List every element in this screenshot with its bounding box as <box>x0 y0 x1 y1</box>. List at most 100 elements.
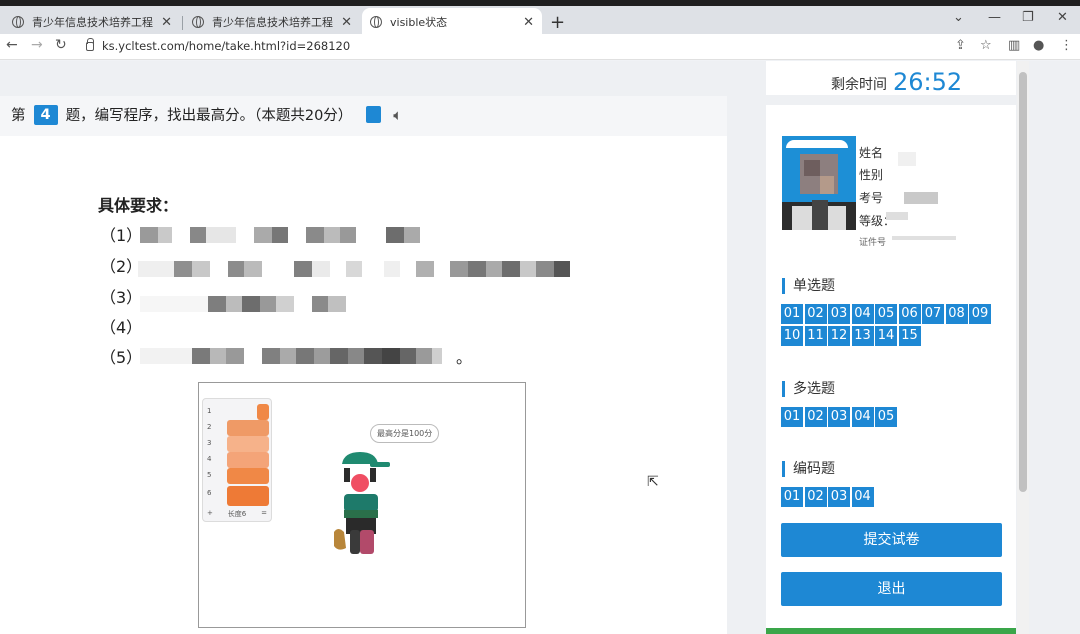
scrollbar-thumb[interactable] <box>1019 72 1027 492</box>
browser-tab-1[interactable]: 青少年信息技术培养工程 ✕ <box>4 10 180 34</box>
lock-icon <box>86 38 94 51</box>
list-value-bar <box>257 404 269 420</box>
globe-icon <box>12 16 24 28</box>
new-tab-button[interactable]: + <box>550 12 565 33</box>
browser-tabbar: 青少年信息技术培养工程 ✕ 青少年信息技术培养工程 ✕ visible状态 ✕ … <box>0 0 1080 36</box>
question-nav-button[interactable]: 09 <box>969 304 991 324</box>
tab-title: 青少年信息技术培养工程 <box>32 16 153 29</box>
list-value-bar <box>227 468 269 484</box>
list-index: 5 <box>207 471 212 479</box>
section-title-single-choice: 单选题 <box>782 278 835 294</box>
question-nav-button[interactable]: 01 <box>781 487 803 507</box>
speaker-icon[interactable]: 🔈︎ <box>393 106 402 124</box>
globe-icon <box>370 16 382 28</box>
tab-search-icon[interactable]: ⌄ <box>953 10 964 25</box>
list-index: 4 <box>207 455 212 463</box>
list-value-bar <box>227 436 269 452</box>
question-nav-button[interactable]: 01 <box>781 407 803 427</box>
close-icon[interactable]: ✕ <box>161 15 172 30</box>
question-nav-button[interactable]: 04 <box>851 487 874 507</box>
reload-icon[interactable]: ↻ <box>55 37 67 53</box>
bookmark-star-icon[interactable]: ☆ <box>980 38 992 53</box>
section-title-multi-choice: 多选题 <box>782 381 835 397</box>
info-exam-label: 考号 <box>859 191 884 205</box>
question-nav-button[interactable]: 03 <box>828 304 850 324</box>
question-nav-button[interactable]: 02 <box>804 487 827 507</box>
question-nav-button[interactable]: 11 <box>804 326 827 346</box>
list-add-icon[interactable]: + <box>207 509 213 517</box>
close-icon[interactable]: ✕ <box>341 15 352 30</box>
url-input[interactable]: ks.ycltest.com/home/take.html?id=268120 <box>102 39 350 53</box>
question-nav-button[interactable]: 14 <box>875 326 897 346</box>
avatar <box>782 136 856 230</box>
question-nav-button[interactable]: 05 <box>875 407 897 427</box>
list-value-bar <box>227 420 269 436</box>
requirement-item-4: （4） <box>100 318 143 337</box>
mouse-cursor-icon: ⇱ <box>647 474 659 490</box>
question-nav-button[interactable]: 07 <box>922 304 944 324</box>
side-panel-icon[interactable]: ▥ <box>1008 38 1020 53</box>
question-nav-button[interactable]: 03 <box>828 407 850 427</box>
question-nav-button[interactable]: 01 <box>781 304 803 324</box>
menu-icon[interactable]: ⋮ <box>1060 38 1073 53</box>
single-choice-grid: 01 02 03 04 05 06 07 08 09 10 11 12 13 1… <box>781 304 1001 348</box>
question-prefix: 第 <box>11 108 26 124</box>
question-nav-button[interactable]: 06 <box>898 304 921 324</box>
question-nav-button[interactable]: 12 <box>828 326 850 346</box>
back-icon[interactable]: ← <box>6 37 18 53</box>
redacted-text-3 <box>140 296 346 312</box>
question-nav-button[interactable]: 13 <box>851 326 874 346</box>
list-length-label: 长度6 <box>227 510 247 518</box>
info-id-label: 证件号 <box>859 238 887 248</box>
question-nav-button[interactable]: 05 <box>875 304 897 324</box>
question-nav-button[interactable]: 02 <box>804 407 827 427</box>
question-nav-button[interactable]: 03 <box>828 487 850 507</box>
info-name-label: 姓名 <box>859 146 884 160</box>
list-index: 1 <box>207 407 212 415</box>
timer-box <box>766 61 1016 105</box>
tab-title: 青少年信息技术培养工程 <box>212 16 333 29</box>
list-index: 6 <box>207 489 212 497</box>
question-nav-button[interactable]: 15 <box>898 326 921 346</box>
browser-tab-3[interactable]: visible状态 ✕ <box>362 8 542 36</box>
requirement-item-1: （1） <box>100 226 143 245</box>
browser-tab-2[interactable]: 青少年信息技术培养工程 ✕ <box>184 10 360 34</box>
close-window-button[interactable]: ✕ <box>1057 10 1068 25</box>
question-nav-button[interactable]: 04 <box>851 407 874 427</box>
list-index: 3 <box>207 439 212 447</box>
address-bar: ← → ↻ ks.ycltest.com/home/take.html?id=2… <box>0 34 1080 60</box>
sprite-speech-bubble: 最高分是100分 <box>370 424 440 443</box>
restore-button[interactable]: ❐ <box>1022 10 1034 25</box>
redacted-text-2 <box>138 261 570 277</box>
question-nav-button[interactable]: 02 <box>804 304 827 324</box>
submit-exam-button[interactable]: 提交试卷 <box>781 523 1002 557</box>
question-nav-button[interactable]: 04 <box>851 304 874 324</box>
question-number-badge: 4 <box>33 104 58 125</box>
timer-label: 剩余时间 <box>831 77 887 93</box>
sprite-character <box>334 452 390 554</box>
question-nav-button[interactable]: 08 <box>945 304 968 324</box>
info-gender-label: 性别 <box>859 168 884 182</box>
redacted-text-5 <box>140 348 442 364</box>
exit-button[interactable]: 退出 <box>781 572 1002 606</box>
question-line: 第 4 题，编写程序，找出最高分。（本题共20分） 🔈︎ <box>11 104 402 125</box>
minimize-button[interactable]: — <box>988 10 1001 25</box>
list-footer: + 长度6 = <box>203 509 271 519</box>
bottom-strip <box>766 628 1016 634</box>
forward-icon[interactable]: → <box>31 37 43 53</box>
globe-icon <box>192 16 204 28</box>
requirement-item-5: （5） <box>100 348 143 367</box>
requirements-title: 具体要求： <box>98 196 179 215</box>
redacted-info <box>886 152 956 242</box>
redacted-text-1 <box>140 227 420 243</box>
list-monitor: 1 2 3 4 5 6 + 长度6 = <box>202 398 272 522</box>
timer-value: 26:52 <box>893 68 963 96</box>
close-icon[interactable]: ✕ <box>523 15 534 30</box>
mark-question-icon[interactable] <box>366 106 382 123</box>
question-nav-button[interactable]: 10 <box>781 326 803 346</box>
list-index: 2 <box>207 423 212 431</box>
list-value-bar <box>227 452 269 468</box>
profile-icon[interactable]: ● <box>1033 38 1044 53</box>
share-icon[interactable]: ⇪ <box>955 38 966 53</box>
list-resize-icon[interactable]: = <box>261 509 267 517</box>
